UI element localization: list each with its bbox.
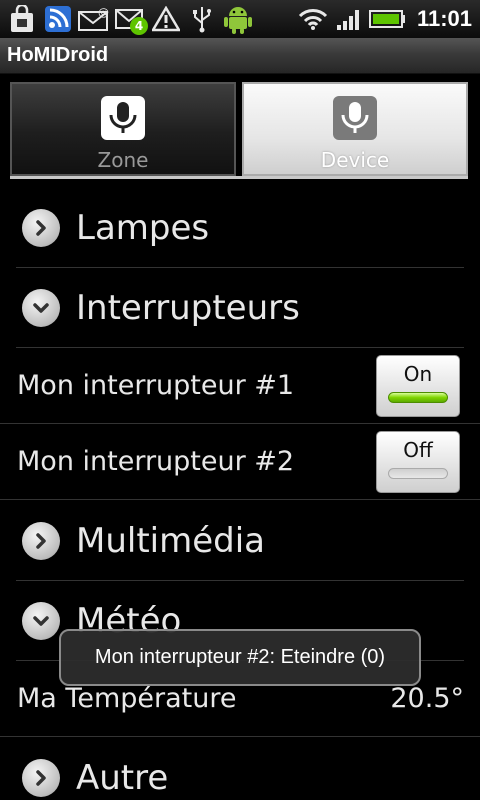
group-multimedia[interactable]: Multimédia (16, 501, 464, 581)
chevron-down-icon (22, 601, 60, 640)
tab-zone[interactable]: Zone (10, 82, 236, 176)
toggle-switch-2[interactable]: Off (376, 430, 460, 493)
toggle-indicator-off (388, 467, 448, 479)
group-label: Interrupteurs (76, 287, 300, 328)
app-title-bar: HoMIDroid (0, 38, 480, 74)
group-lampes[interactable]: Lampes (16, 188, 464, 268)
tab-zone-label: Zone (97, 148, 149, 172)
toggle-state-label: Off (403, 437, 433, 462)
svg-text:@: @ (98, 6, 109, 19)
system-icons: 11:01 (297, 0, 480, 38)
microphone-icon (101, 96, 145, 140)
chevron-right-icon (22, 208, 60, 247)
warning-icon (150, 3, 182, 35)
toast-text: Mon interrupteur #2: Eteindre (0) (94, 646, 386, 668)
device-label: Mon interrupteur #1 (17, 370, 295, 401)
android-icon (222, 3, 254, 35)
toggle-state-label: On (403, 361, 433, 386)
group-interrupteurs[interactable]: Interrupteurs (16, 268, 464, 348)
list-item-switch-1: Mon interrupteur #1 On (0, 348, 480, 424)
email-count-badge: 4 (130, 17, 148, 35)
tab-indicator-line (10, 176, 468, 179)
group-label: Multimédia (76, 520, 266, 561)
toggle-indicator-on (388, 391, 448, 403)
missed-email-icon: @ (78, 3, 110, 35)
tab-bar: Zone Device (10, 82, 468, 179)
microphone-icon (333, 96, 377, 140)
notification-icons: @ 4 (0, 0, 258, 38)
device-label: Mon interrupteur #2 (17, 446, 295, 477)
rss-icon (42, 3, 74, 35)
usb-icon (186, 3, 218, 35)
group-label: Autre (76, 758, 169, 798)
chevron-right-icon (22, 759, 60, 797)
status-bar: @ 4 11:01 (0, 0, 480, 38)
list-item-switch-2: Mon interrupteur #2 Off (0, 424, 480, 500)
clock: 11:01 (416, 6, 472, 31)
shopping-bag-icon (6, 3, 38, 35)
group-autre[interactable]: Autre (16, 738, 464, 800)
tab-device[interactable]: Device (242, 82, 468, 176)
battery-icon (368, 3, 407, 35)
group-label: Lampes (76, 207, 210, 248)
signal-icon (333, 3, 365, 35)
chevron-right-icon (22, 521, 60, 560)
device-label: Ma Température (17, 683, 237, 714)
wifi-icon (297, 3, 329, 35)
app-title: HoMIDroid (7, 44, 109, 66)
toggle-switch-1[interactable]: On (376, 354, 460, 417)
tab-device-label: Device (320, 148, 390, 172)
temperature-value: 20.5° (390, 683, 464, 714)
toast-message: Mon interrupteur #2: Eteindre (0) (59, 629, 421, 686)
chevron-down-icon (22, 288, 60, 327)
email-notification-icon: 4 (114, 3, 148, 35)
